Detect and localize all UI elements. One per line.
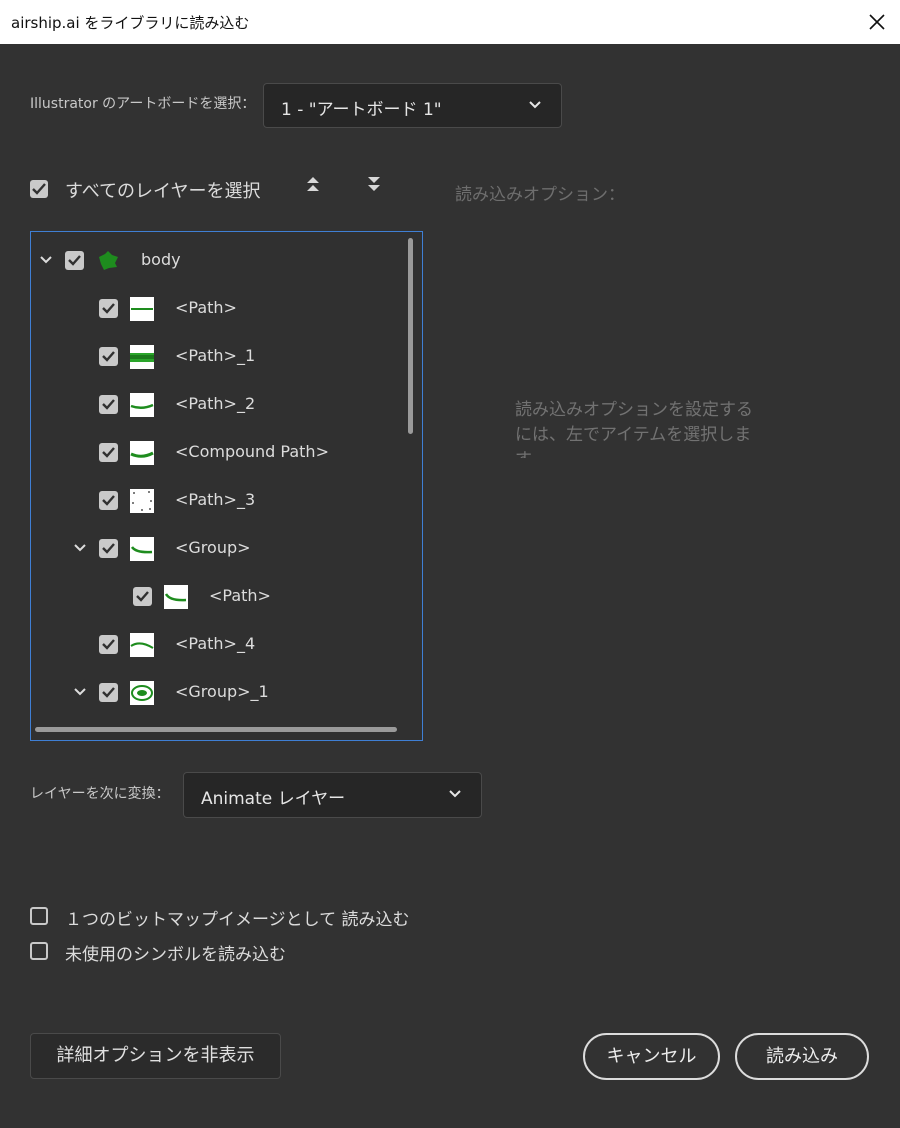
- import-options-title: 読み込みオプション：: [455, 185, 625, 205]
- layer-thumbnail: [130, 681, 154, 705]
- convert-selected-value: Animate レイヤー: [201, 789, 346, 809]
- import-options-hint: 読み込みオプションを設定するには、左でアイテムを選択します: [515, 400, 753, 458]
- layer-row[interactable]: <Path>: [31, 572, 406, 620]
- checkmark-icon: [136, 591, 149, 602]
- layer-label: body: [141, 250, 181, 269]
- checkmark-icon: [102, 351, 115, 362]
- layer-row[interactable]: <Group>_1: [31, 668, 406, 716]
- bitmap-label: １つのビットマップイメージとして 読み込む: [65, 910, 410, 930]
- hide-advanced-button[interactable]: 詳細オプションを非表示: [30, 1033, 281, 1079]
- layer-label: <Path>_2: [175, 394, 256, 413]
- layer-thumbnail: [130, 489, 154, 513]
- layer-row[interactable]: <Path>: [31, 284, 406, 332]
- layer-row[interactable]: <Path>_2: [31, 380, 406, 428]
- layer-label: <Path>_1: [175, 346, 256, 365]
- checkmark-icon: [32, 183, 46, 195]
- title-bar: airship.ai をライブラリに読み込む: [0, 0, 900, 44]
- layer-label: <Path>: [209, 586, 271, 605]
- layer-label: <Group>_1: [175, 682, 269, 701]
- select-all-checkbox[interactable]: [30, 180, 48, 198]
- checkmark-icon: [102, 303, 115, 314]
- convert-label: レイヤーを次に変換：: [30, 786, 170, 802]
- layer-thumbnail: [130, 441, 154, 465]
- chevron-down-icon: [529, 101, 541, 109]
- window-title: airship.ai をライブラリに読み込む: [11, 14, 250, 32]
- layer-tree[interactable]: body <Path> <Path>_1 <Path>_2 <Compound …: [30, 231, 423, 741]
- artboard-label: Illustrator のアートボードを選択：: [30, 96, 256, 112]
- layer-thumbnail: [130, 297, 154, 321]
- chevron-down-icon: [449, 790, 461, 798]
- layer-checkbox[interactable]: [99, 299, 118, 318]
- horizontal-scrollbar[interactable]: [35, 727, 397, 732]
- layer-checkbox[interactable]: [65, 251, 84, 270]
- checkmark-icon: [102, 399, 115, 410]
- convert-dropdown[interactable]: Animate レイヤー: [183, 772, 482, 818]
- layer-checkbox[interactable]: [99, 539, 118, 558]
- layer-checkbox[interactable]: [99, 491, 118, 510]
- chevrons-down-icon: [368, 177, 380, 191]
- select-all-label: すべてのレイヤーを選択: [65, 181, 261, 202]
- layer-thumbnail: [96, 249, 120, 273]
- close-button[interactable]: [854, 0, 900, 44]
- layer-checkbox[interactable]: [99, 443, 118, 462]
- layer-checkbox[interactable]: [99, 683, 118, 702]
- layer-thumbnail: [130, 633, 154, 657]
- layer-row[interactable]: <Compound Path>: [31, 428, 406, 476]
- chevron-down-icon[interactable]: [73, 685, 87, 699]
- layer-row[interactable]: <Group>: [31, 524, 406, 572]
- vertical-scrollbar[interactable]: [408, 238, 413, 434]
- checkmark-icon: [102, 687, 115, 698]
- checkmark-icon: [102, 447, 115, 458]
- artboard-dropdown[interactable]: 1 - "アートボード 1": [263, 83, 562, 128]
- close-icon: [869, 14, 885, 30]
- checkmark-icon: [102, 495, 115, 506]
- checkmark-icon: [102, 543, 115, 554]
- layer-label: <Group>: [175, 538, 251, 557]
- layer-checkbox[interactable]: [133, 587, 152, 606]
- chevrons-up-icon: [307, 177, 319, 191]
- layer-thumbnail: [130, 393, 154, 417]
- layer-label: <Path>_3: [175, 490, 256, 509]
- layer-checkbox[interactable]: [99, 347, 118, 366]
- layer-row[interactable]: <Path>_3: [31, 476, 406, 524]
- layer-checkbox[interactable]: [99, 395, 118, 414]
- unused-symbols-checkbox[interactable]: [30, 942, 48, 960]
- chevron-down-icon[interactable]: [39, 253, 53, 267]
- layer-thumbnail: [130, 537, 154, 561]
- layer-row[interactable]: body: [31, 236, 406, 284]
- collapse-all-button[interactable]: [365, 174, 385, 198]
- artboard-selected-value: 1 - "アートボード 1": [281, 100, 442, 120]
- layer-row[interactable]: <Path>_4: [31, 620, 406, 668]
- checkmark-icon: [102, 639, 115, 650]
- cancel-button[interactable]: キャンセル: [583, 1033, 720, 1080]
- bitmap-checkbox[interactable]: [30, 907, 48, 925]
- layer-row[interactable]: <Path>_1: [31, 332, 406, 380]
- layer-label: <Compound Path>: [175, 442, 329, 461]
- layer-thumbnail: [130, 345, 154, 369]
- layer-thumbnail: [164, 585, 188, 609]
- layer-label: <Path>: [175, 298, 237, 317]
- layer-checkbox[interactable]: [99, 635, 118, 654]
- import-button[interactable]: 読み込み: [735, 1033, 869, 1080]
- checkmark-icon: [68, 255, 81, 266]
- unused-symbols-label: 未使用のシンボルを読み込む: [65, 945, 286, 965]
- layer-label: <Path>_4: [175, 634, 256, 653]
- expand-all-button[interactable]: [304, 174, 324, 198]
- chevron-down-icon[interactable]: [73, 541, 87, 555]
